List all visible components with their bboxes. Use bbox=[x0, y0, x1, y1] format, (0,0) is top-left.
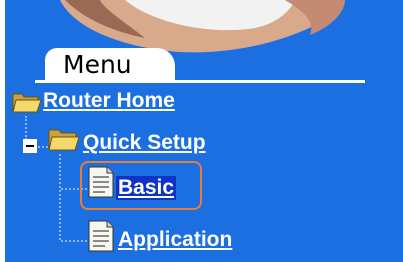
tree-item-quick-setup[interactable]: Quick Setup bbox=[83, 131, 206, 155]
document-icon bbox=[88, 220, 114, 252]
document-icon bbox=[88, 166, 114, 198]
tree-connector bbox=[61, 240, 87, 242]
tree-connector bbox=[38, 146, 48, 148]
folder-open-icon bbox=[12, 93, 42, 113]
tree-item-application[interactable]: Application bbox=[118, 228, 232, 252]
minus-box-icon[interactable] bbox=[23, 139, 37, 153]
folder-open-icon bbox=[48, 129, 80, 151]
tree-item-basic[interactable]: Basic bbox=[116, 176, 177, 200]
menu-divider bbox=[35, 80, 365, 83]
tree-connector bbox=[59, 154, 61, 240]
tree-item-router-home[interactable]: Router Home bbox=[43, 89, 175, 113]
menu-tab-label: Menu bbox=[45, 48, 175, 81]
navigation-panel: Menu Router Home Quick Setup Basic Appli… bbox=[5, 0, 403, 262]
tree-connector bbox=[25, 116, 27, 140]
